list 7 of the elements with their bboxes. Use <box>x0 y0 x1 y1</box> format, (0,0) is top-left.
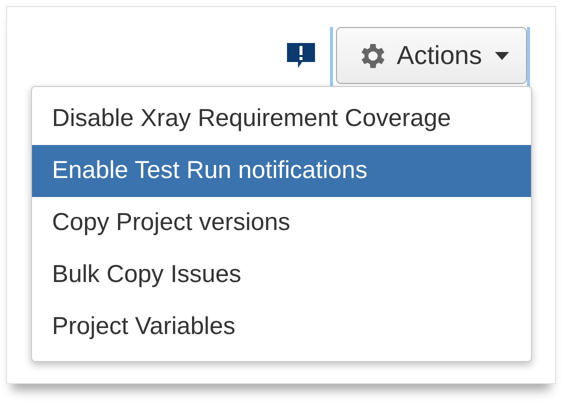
menu-item[interactable]: Enable Test Run notifications <box>32 145 531 197</box>
menu-item[interactable]: Copy Project versions <box>32 197 531 249</box>
caret-icon <box>494 50 510 60</box>
actions-button[interactable]: Actions <box>336 27 527 84</box>
menu-item[interactable]: Project Variables <box>32 301 531 353</box>
menu-item[interactable]: Bulk Copy Issues <box>32 249 531 301</box>
menu-item[interactable]: Disable Xray Requirement Coverage <box>32 93 531 145</box>
